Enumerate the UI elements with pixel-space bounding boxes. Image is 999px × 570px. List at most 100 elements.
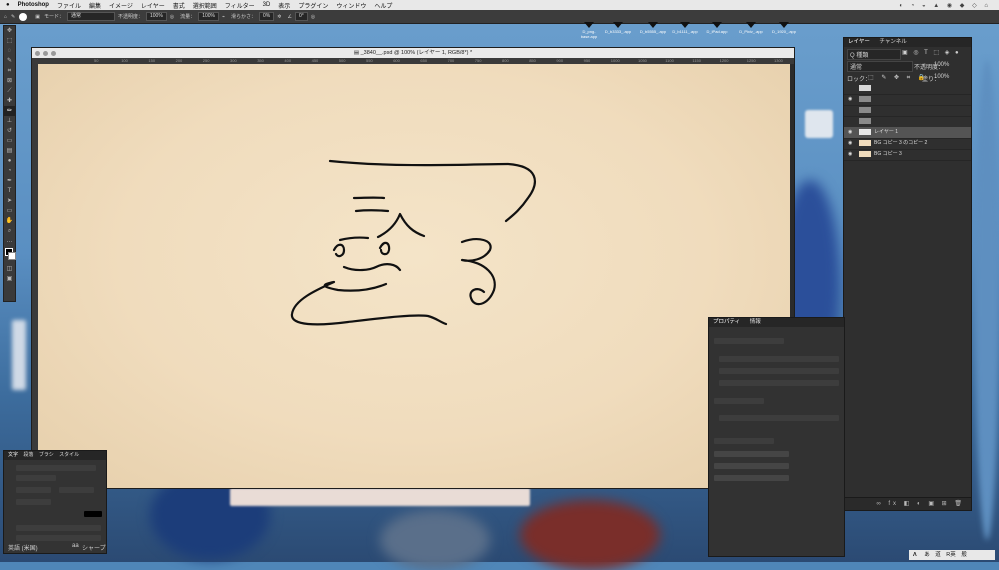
app-menu[interactable]: Photoshop bbox=[18, 2, 49, 8]
layer-row-3[interactable] bbox=[844, 105, 971, 117]
opacity-field[interactable]: 100% bbox=[146, 12, 167, 21]
history-brush-icon[interactable]: ↺ bbox=[4, 126, 15, 136]
menu-item-plugins[interactable]: プラグイン bbox=[298, 1, 328, 10]
smoothing-field[interactable]: 0% bbox=[259, 12, 275, 21]
zoom-tool-icon[interactable]: ⌕ bbox=[4, 226, 15, 236]
gradient-tool-icon[interactable]: ▤ bbox=[4, 146, 15, 156]
eraser-tool-icon[interactable]: ▭ bbox=[4, 136, 15, 146]
angle-field[interactable]: 0° bbox=[294, 12, 308, 21]
ime-char-2[interactable]: 道 bbox=[935, 552, 941, 558]
text-color-swatch[interactable] bbox=[84, 511, 102, 517]
tab-style[interactable]: スタイル bbox=[59, 452, 79, 458]
language-select[interactable]: 英語 (米国) bbox=[8, 543, 38, 552]
filter-icons[interactable]: ▣ ◎ T ⬚ ◈ ● bbox=[902, 49, 961, 56]
ime-char-1[interactable]: あ bbox=[924, 552, 930, 558]
properties-field[interactable] bbox=[719, 380, 839, 386]
font-size-field[interactable] bbox=[16, 487, 51, 493]
dock-app-1[interactable]: D_png-base.app bbox=[575, 22, 603, 39]
menu-item-image[interactable]: イメージ bbox=[109, 1, 133, 10]
menu-item-help[interactable]: ヘルプ bbox=[374, 1, 392, 10]
airbrush-icon[interactable]: ⌁ bbox=[222, 14, 225, 20]
type-tool-icon[interactable]: T bbox=[4, 186, 15, 196]
frame-tool-icon[interactable]: ⊠ bbox=[4, 76, 15, 86]
properties-field[interactable] bbox=[714, 398, 764, 404]
tab-channels[interactable]: チャンネル bbox=[879, 39, 906, 45]
layer-footer-icons[interactable]: ∞ fx ◧ ◐ ▣ ⊞ 🗑 bbox=[876, 500, 965, 507]
layer-row-1[interactable] bbox=[844, 83, 971, 95]
flow-field[interactable]: 100% bbox=[198, 12, 219, 21]
menu-item-edit[interactable]: 編集 bbox=[89, 1, 101, 10]
ime-char-4[interactable]: 般 bbox=[961, 552, 967, 558]
marquee-tool-icon[interactable]: ⬚ bbox=[4, 36, 15, 46]
color-swatches-icon[interactable] bbox=[4, 246, 16, 264]
properties-button[interactable] bbox=[714, 475, 789, 481]
menu-item-select[interactable]: 選択範囲 bbox=[193, 1, 217, 10]
properties-field[interactable] bbox=[719, 415, 839, 421]
home-icon[interactable]: ⌂ bbox=[4, 14, 7, 20]
zoom-window-button[interactable] bbox=[51, 50, 56, 56]
properties-field[interactable] bbox=[719, 368, 839, 374]
layer-row-4[interactable] bbox=[844, 116, 971, 128]
eye-icon[interactable]: ◉ bbox=[848, 149, 852, 159]
text-features-row[interactable] bbox=[16, 535, 101, 541]
canvas[interactable] bbox=[38, 64, 790, 488]
font-family-field[interactable] bbox=[16, 465, 96, 471]
dock-app-6[interactable]: D_Pixiv_.app bbox=[737, 22, 765, 34]
leading-field[interactable] bbox=[59, 487, 94, 493]
apple-menu-icon[interactable]: ● bbox=[6, 2, 10, 8]
stamp-tool-icon[interactable]: ⊥ bbox=[4, 116, 15, 126]
menu-item-type[interactable]: 書式 bbox=[173, 1, 185, 10]
healing-tool-icon[interactable]: ✚ bbox=[4, 96, 15, 106]
layer-opacity-field[interactable]: 100% bbox=[934, 62, 949, 68]
hand-tool-icon[interactable]: ✋ bbox=[4, 216, 15, 226]
pressure-size-icon[interactable]: ◎ bbox=[311, 14, 315, 20]
text-style-buttons[interactable] bbox=[16, 525, 101, 531]
properties-button[interactable] bbox=[714, 451, 789, 457]
menu-item-window[interactable]: ウィンドウ bbox=[336, 1, 366, 10]
screen-mode-icon[interactable]: ▣ bbox=[4, 274, 15, 284]
eye-icon[interactable]: ◉ bbox=[848, 138, 852, 148]
tab-info[interactable]: 情報 bbox=[750, 319, 761, 325]
eye-icon[interactable]: ◉ bbox=[848, 127, 852, 137]
layer-row-7[interactable]: ◉ BG コピー 3 bbox=[844, 149, 971, 161]
path-select-tool-icon[interactable]: ➤ bbox=[4, 196, 15, 206]
brush-tool-icon[interactable]: ✎ bbox=[11, 14, 15, 20]
properties-field[interactable] bbox=[714, 438, 774, 444]
tab-layers[interactable]: レイヤー bbox=[848, 39, 870, 45]
properties-button[interactable] bbox=[714, 463, 789, 469]
move-tool-icon[interactable]: ✥ bbox=[4, 26, 15, 36]
tracking-field[interactable] bbox=[16, 499, 51, 505]
dock-app-2[interactable]: D_b3333_.app bbox=[604, 22, 632, 34]
lock-icons[interactable]: ⬚ ✎ ✥ ⌗ 🔒 bbox=[868, 74, 928, 82]
dock-app-5[interactable]: D_iPad.app bbox=[703, 22, 731, 34]
dock-app-7[interactable]: D_1920_.app bbox=[770, 22, 798, 34]
layer-row-5[interactable]: ◉ レイヤー 1 bbox=[844, 127, 971, 139]
tab-properties[interactable]: プロパティ bbox=[713, 319, 740, 325]
dock-app-3[interactable]: D_b5555_.app bbox=[639, 22, 667, 34]
dodge-tool-icon[interactable]: ◔ bbox=[4, 166, 15, 176]
ime-char-3[interactable]: R英 bbox=[946, 552, 955, 558]
eyedropper-tool-icon[interactable]: ⟋ bbox=[4, 86, 15, 96]
eye-icon[interactable]: ◉ bbox=[848, 94, 852, 104]
close-window-button[interactable] bbox=[35, 50, 40, 56]
brush-tool-icon[interactable]: ✏ bbox=[4, 106, 15, 116]
menu-item-view[interactable]: 表示 bbox=[278, 1, 290, 10]
brush-preset-picker[interactable] bbox=[19, 12, 28, 21]
font-style-field[interactable] bbox=[16, 475, 56, 481]
menu-item-filter[interactable]: フィルター bbox=[225, 1, 255, 10]
pen-tool-icon[interactable]: ✒ bbox=[4, 176, 15, 186]
antialias-select[interactable]: シャープ bbox=[82, 543, 106, 552]
layer-row-2[interactable]: ◉ bbox=[844, 94, 971, 106]
tab-brush[interactable]: ブラシ bbox=[39, 452, 54, 458]
ime-logo-icon[interactable]: Λ bbox=[913, 552, 917, 558]
minimize-window-button[interactable] bbox=[43, 50, 48, 56]
menu-item-3d[interactable]: 3D bbox=[263, 2, 271, 8]
quick-mask-icon[interactable]: ◫ bbox=[4, 264, 15, 274]
menu-item-layer[interactable]: レイヤー bbox=[141, 1, 165, 10]
pressure-opacity-icon[interactable]: ◎ bbox=[170, 14, 174, 20]
properties-field[interactable] bbox=[714, 338, 784, 344]
smoothing-settings-icon[interactable]: ✲ bbox=[277, 14, 281, 20]
crop-tool-icon[interactable]: ⌗ bbox=[4, 66, 15, 76]
properties-field[interactable] bbox=[719, 356, 839, 362]
blur-tool-icon[interactable]: ● bbox=[4, 156, 15, 166]
